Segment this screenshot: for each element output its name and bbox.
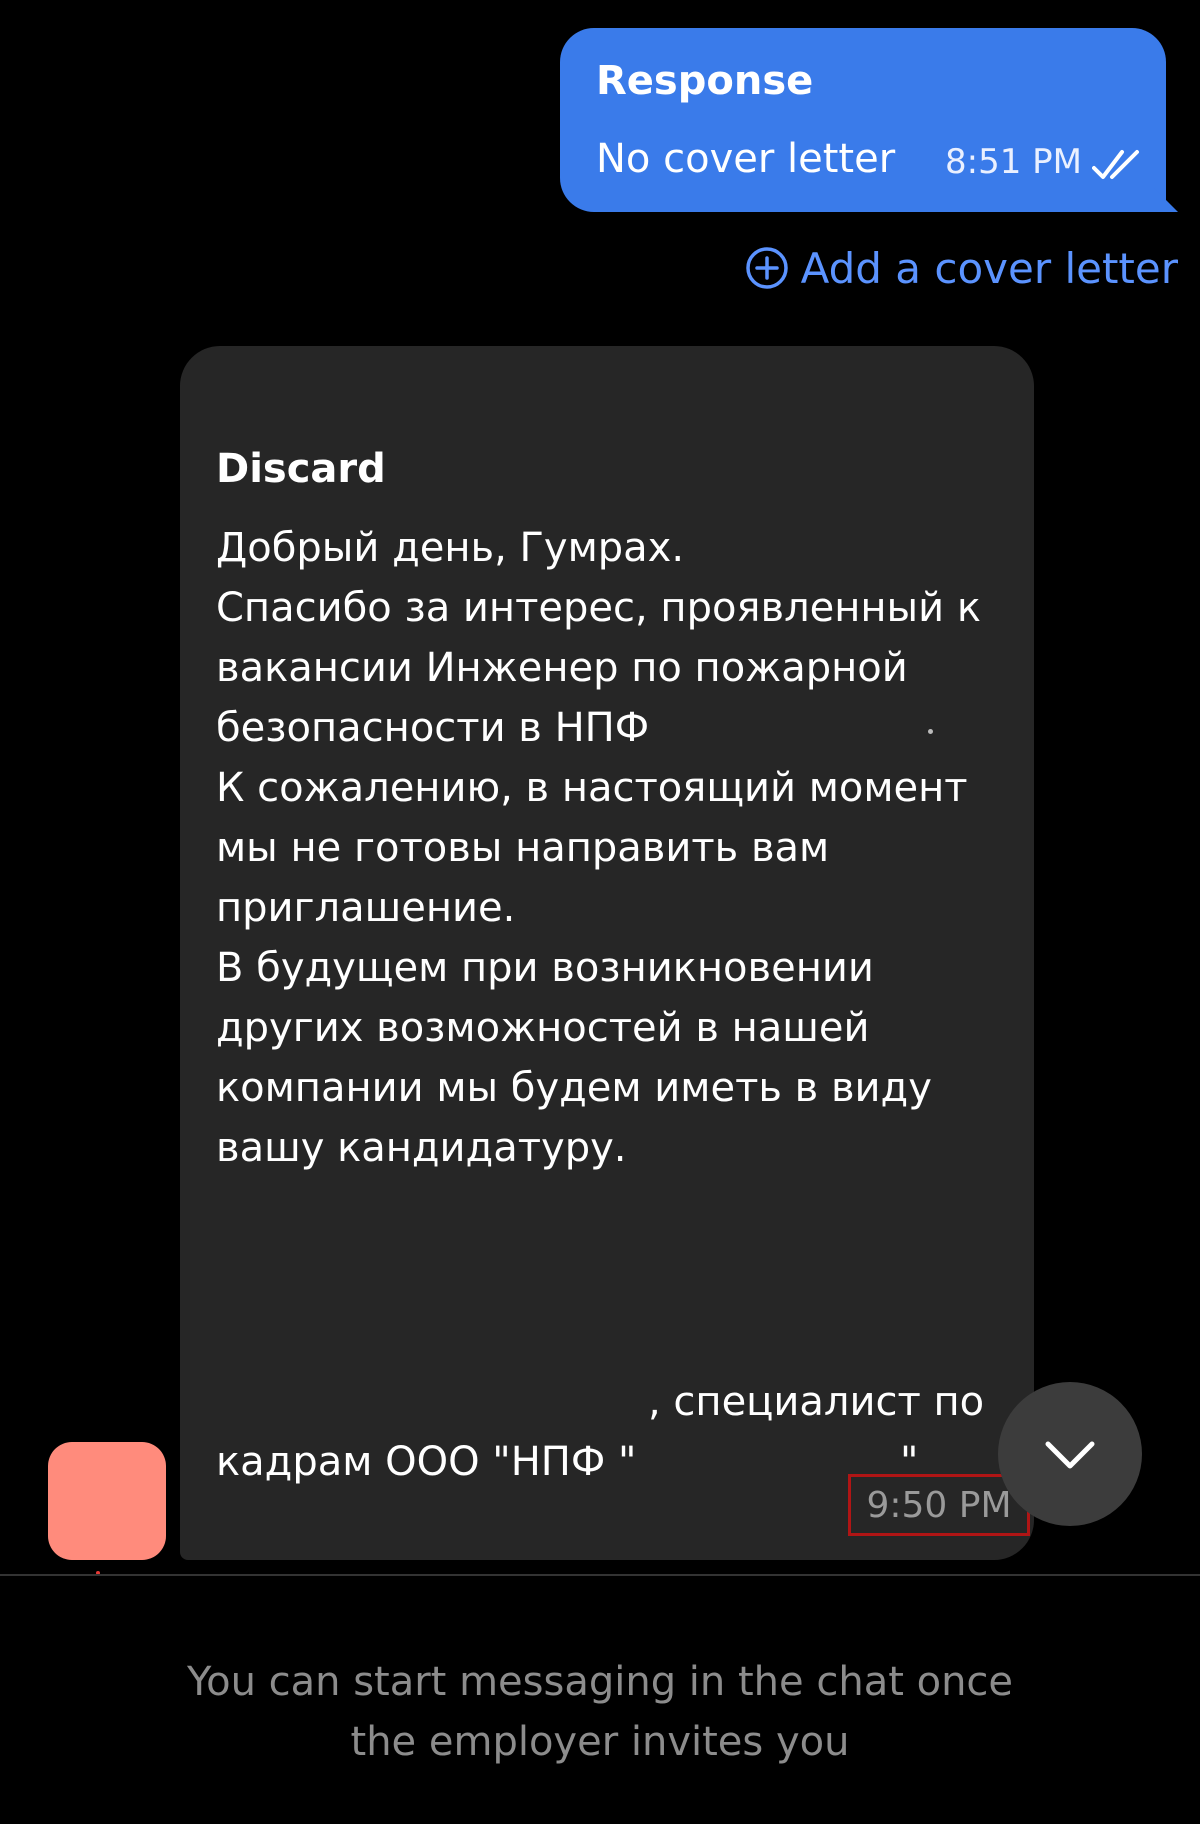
divider — [0, 1574, 1200, 1576]
message-line: Добрый день, Гумрах. — [216, 525, 685, 571]
sent-message-title: Response — [596, 58, 814, 104]
add-cover-letter-link[interactable]: Add a cover letter — [745, 240, 1178, 296]
message-line: В будущем при возникновении других возмо… — [216, 945, 932, 1171]
notice-line: You can start messaging in the chat once — [186, 1659, 1014, 1705]
received-message-time: 9:50 PM — [848, 1474, 1030, 1536]
double-check-icon — [1092, 150, 1139, 179]
signature-line: , специалист по — [648, 1379, 985, 1425]
signature-company: кадрам ООО "НПФ " — [216, 1439, 637, 1485]
sent-message-text: No cover letter — [596, 136, 896, 182]
employer-avatar[interactable] — [48, 1442, 166, 1560]
add-cover-letter-label: Add a cover letter — [800, 243, 1178, 293]
redaction-mark — [928, 729, 933, 734]
chevron-down-icon — [1045, 1441, 1095, 1469]
received-message-body: Добрый день, Гумрах. Спасибо за интерес,… — [216, 518, 1016, 1178]
bubble-tail — [1154, 188, 1178, 212]
sent-message-bubble[interactable]: Response No cover letter 8:51 PM — [560, 28, 1178, 212]
received-message-bubble[interactable]: Discard Добрый день, Гумрах. Спасибо за … — [180, 346, 1034, 1560]
message-line: Спасибо за интерес, проявленный к ваканс… — [216, 585, 981, 751]
scroll-down-button[interactable] — [998, 1382, 1142, 1526]
received-message-title: Discard — [216, 446, 386, 492]
message-line: К сожалению, в настоящий момент мы не го… — [216, 765, 968, 931]
plus-circle-icon — [745, 247, 788, 289]
sent-message-time: 8:51 PM — [945, 142, 1082, 182]
notice-line: the employer invites you — [350, 1719, 850, 1765]
chat-locked-notice: You can start messaging in the chat once… — [0, 1652, 1200, 1772]
